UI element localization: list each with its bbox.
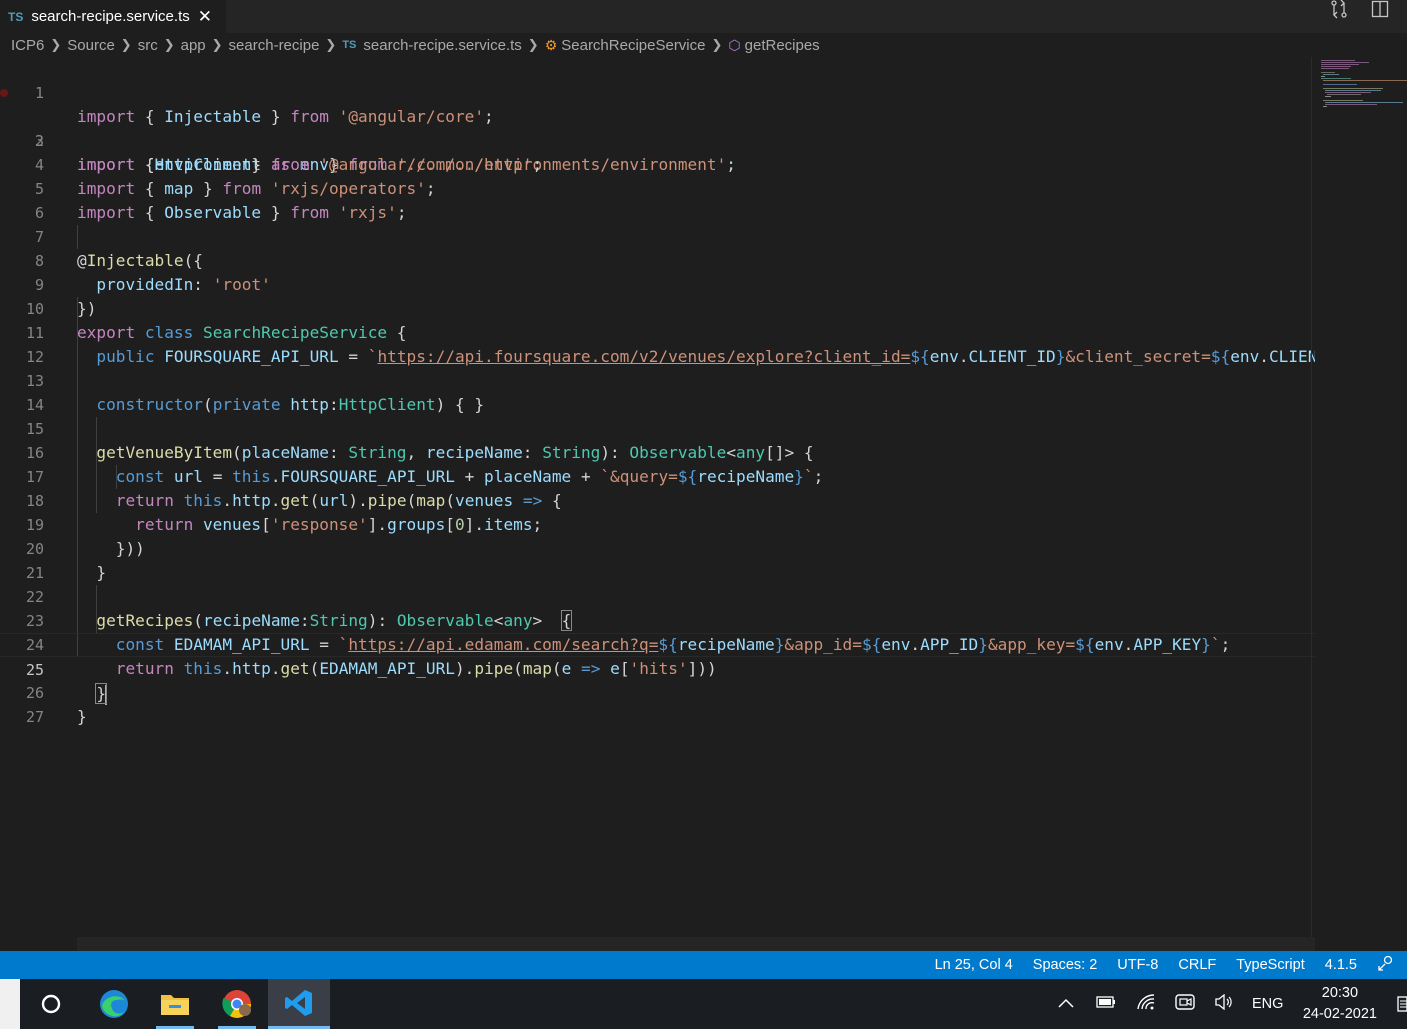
code-line: 12 (0, 321, 1315, 366)
code-editor[interactable]: 1 import { Injectable } from '@angular/c… (0, 57, 1315, 937)
code-line: 20 } (0, 513, 1315, 582)
chevron-right-icon: ❯ (325, 37, 337, 52)
code-line: 2 import {environment as env} from './..… (0, 81, 1315, 174)
clock-time: 20:30 (1321, 985, 1359, 1001)
code-line: 21 (0, 537, 1315, 582)
code-line: 7 @Injectable({ (0, 201, 1315, 270)
code-line: 27 (0, 681, 1315, 726)
code-line: 24 return this.http.get(EDAMAM_API_URL).… (0, 609, 1315, 678)
code-line: 22 getRecipes(recipeName:String): Observ… (0, 561, 1315, 631)
taskbar-edge-button[interactable] (83, 979, 145, 1029)
system-tray: ENG (1058, 979, 1283, 1029)
code-line: 14 (0, 369, 1315, 414)
code-line: 15 getVenueByItem(placeName: String, rec… (0, 393, 1315, 462)
breadcrumb-item-src[interactable]: src (138, 37, 158, 54)
chrome-icon (222, 990, 251, 1018)
breadcrumb-item-file[interactable]: search-recipe.service.ts (363, 37, 521, 54)
code-line: 23 const EDAMAM_API_URL = `https://api.e… (0, 585, 1315, 654)
status-indentation[interactable]: Spaces: 2 (1033, 957, 1098, 973)
breakpoint-hint-icon[interactable] (0, 89, 8, 97)
breadcrumb-item-method[interactable]: getRecipes (745, 37, 820, 54)
clock-date: 24-02-2021 (1302, 1006, 1377, 1022)
breadcrumb-item-class[interactable]: SearchRecipeService (561, 37, 705, 54)
volume-icon[interactable] (1214, 993, 1234, 1015)
meet-now-icon[interactable] (1174, 992, 1196, 1017)
edge-browser-icon (100, 990, 128, 1018)
windows-taskbar: ENG 20:30 24-02-2021 (0, 979, 1407, 1029)
clock[interactable]: 20:30 24-02-2021 (1303, 983, 1377, 1025)
chevron-right-icon: ❯ (50, 37, 62, 52)
breadcrumb-item-app[interactable]: app (181, 37, 206, 54)
folder-icon (161, 995, 189, 1015)
editor-tab-search-recipe-service[interactable]: TS search-recipe.service.ts ✕ (0, 0, 226, 33)
code-line: 13 constructor(private http:HttpClient) … (0, 345, 1315, 414)
status-bar: Ln 25, Col 4 Spaces: 2 UTF-8 CRLF TypeSc… (0, 951, 1407, 979)
wifi-icon[interactable] (1136, 993, 1156, 1016)
code-line: 4 import { map } from 'rxjs/operators'; (0, 129, 1315, 198)
status-encoding[interactable]: UTF-8 (1117, 957, 1158, 973)
code-line: 26 } (0, 657, 1315, 726)
status-cursor-position[interactable]: Ln 25, Col 4 (935, 957, 1013, 973)
status-eol[interactable]: CRLF (1178, 957, 1216, 973)
horizontal-scrollbar[interactable] (77, 937, 1315, 951)
tab-bar: TS search-recipe.service.ts ✕ (0, 0, 1407, 33)
split-editor-icon[interactable] (1371, 0, 1389, 23)
taskbar-file-explorer-button[interactable] (144, 979, 206, 1029)
editor-actions (1329, 0, 1389, 22)
code-line: 3 import {HttpClient} from '@angular/com… (0, 105, 1315, 174)
method-symbol-icon: ⬡ (728, 36, 741, 53)
close-icon[interactable]: ✕ (198, 7, 212, 27)
line-number: 27 (25, 708, 44, 726)
vscode-icon (285, 989, 312, 1016)
class-symbol-icon: ⚙ (544, 36, 558, 53)
status-ts-version[interactable]: 4.1.5 (1325, 957, 1357, 973)
feedback-icon[interactable] (1377, 954, 1395, 976)
chevron-right-icon: ❯ (527, 37, 539, 52)
breadcrumb-item-source[interactable]: Source (67, 37, 115, 54)
code-text: } (77, 707, 87, 726)
input-language[interactable]: ENG (1252, 996, 1283, 1012)
battery-icon[interactable] (1096, 995, 1116, 1013)
chevron-right-icon: ❯ (711, 37, 723, 52)
tab-filename: search-recipe.service.ts (31, 8, 190, 25)
code-line: 9 }) (0, 249, 1315, 318)
compare-changes-icon[interactable] (1329, 0, 1349, 24)
code-line: 1 import { Injectable } from '@angular/c… (0, 57, 1315, 126)
start-button-edge[interactable] (0, 979, 20, 1029)
show-hidden-icons-chevron-up-icon[interactable] (1058, 995, 1074, 1013)
cortana-icon (41, 994, 61, 1014)
code-line: 11 public FOURSQUARE_API_URL = `https://… (0, 297, 1315, 366)
taskbar-chrome-button[interactable] (206, 979, 268, 1029)
breadcrumb-item-search-recipe[interactable]: search-recipe (229, 37, 320, 54)
status-language-mode[interactable]: TypeScript (1236, 957, 1305, 973)
typescript-file-icon: TS (342, 39, 357, 51)
code-line: 17 return this.http.get(url).pipe(map(ve… (0, 441, 1315, 510)
code-line-current: 25 } (0, 633, 1315, 705)
code-line: 6 (0, 177, 1315, 222)
breadcrumb-item-icp6[interactable]: ICP6 (11, 37, 44, 54)
chevron-right-icon: ❯ (211, 37, 223, 52)
search-circle-button[interactable] (20, 979, 82, 1029)
chevron-right-icon: ❯ (120, 37, 132, 52)
minimap[interactable] (1315, 57, 1407, 937)
status-bar-right: Ln 25, Col 4 Spaces: 2 UTF-8 CRLF TypeSc… (935, 951, 1395, 979)
code-line: 10 export class SearchRecipeService { (0, 273, 1315, 342)
code-line: 18 return venues['response'].groups[0].i… (0, 465, 1315, 534)
taskbar-vscode-button[interactable] (268, 979, 330, 1029)
code-line: 5 import { Observable } from 'rxjs'; (0, 153, 1315, 222)
code-line: 19 })) (0, 489, 1315, 558)
notifications-icon[interactable] (1397, 995, 1407, 1013)
code-line: 8 providedIn: 'root' (0, 225, 1315, 294)
code-line: 16 const url = this.FOURSQUARE_API_URL +… (0, 417, 1315, 486)
typescript-file-icon: TS (8, 9, 24, 24)
breadcrumb: ICP6 ❯ Source ❯ src ❯ app ❯ search-recip… (0, 33, 1407, 57)
chevron-right-icon: ❯ (163, 37, 175, 52)
